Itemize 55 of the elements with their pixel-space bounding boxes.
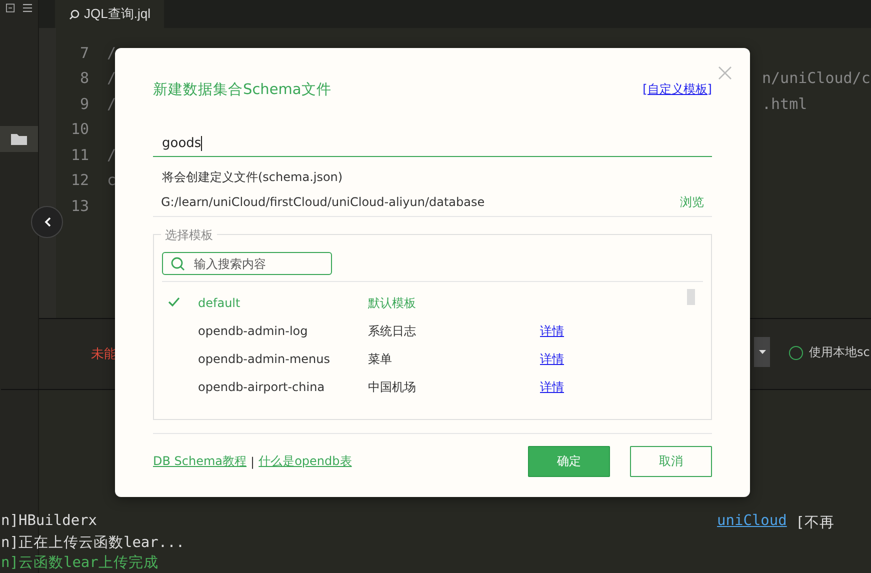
radio-button[interactable]: [789, 346, 803, 360]
scrollbar-thumb[interactable]: [687, 289, 695, 305]
code-text: /: [107, 146, 116, 164]
template-description: 中国机场: [368, 378, 417, 396]
template-row[interactable]: opendb-admin-log 系统日志 详情: [162, 317, 703, 345]
menu-icon[interactable]: [22, 3, 32, 13]
console-link[interactable]: uniCloud: [717, 513, 787, 533]
group-legend: 选择模板: [161, 227, 217, 244]
template-name: default: [198, 296, 242, 310]
chevron-left-icon: [44, 217, 50, 227]
code-text: /: [107, 69, 116, 88]
template-row[interactable]: opendb-admin-menus 菜单 详情: [162, 345, 703, 373]
code-text: /: [107, 94, 116, 113]
name-input[interactable]: goods: [153, 131, 712, 158]
code-text: c: [107, 171, 116, 190]
radio-label: 使用本地sc: [809, 344, 870, 361]
template-description: 系统日志: [368, 322, 417, 340]
code-text: n/uniCloud/c: [762, 69, 870, 88]
check-icon: [168, 297, 180, 307]
details-link[interactable]: 详情: [540, 350, 564, 368]
collapse-icon[interactable]: [6, 3, 15, 13]
template-description: 菜单: [368, 350, 393, 368]
dropdown[interactable]: [754, 337, 770, 367]
search-file-icon: [69, 8, 80, 20]
details-link[interactable]: 详情: [540, 378, 564, 396]
search-icon: [171, 257, 185, 271]
line-number: 7: [78, 44, 89, 62]
template-name: opendb-admin-log: [198, 324, 309, 338]
separator-text: |: [250, 454, 255, 468]
line-number: 11: [70, 146, 89, 164]
path-text: G:/learn/uniCloud/firstCloud/uniCloud-aliyun/database: [161, 195, 485, 210]
template-name: opendb-airport-china: [198, 380, 326, 394]
line-number: 8: [78, 69, 89, 88]
line-number: 10: [70, 120, 89, 138]
code-text: .html: [762, 94, 808, 113]
editor-tab[interactable]: JQL查询.jql: [55, 0, 164, 28]
line-number: 9: [78, 94, 89, 113]
console-text: n]正在上传云函数lear...: [1, 534, 185, 553]
line-number: 12: [70, 171, 89, 190]
console-text: [不再: [794, 514, 834, 533]
code-text: /: [107, 44, 116, 62]
details-link[interactable]: 详情: [540, 322, 564, 340]
template-name: opendb-admin-menus: [198, 352, 331, 366]
template-row[interactable]: opendb-airport-china 中国机场 详情: [162, 373, 703, 401]
search-field[interactable]: 输入搜索内容: [162, 252, 332, 275]
console-text: n]HBuilderx: [1, 513, 98, 531]
console-text: n]云函数lear上传完成: [1, 554, 158, 573]
template-description: 默认模板: [368, 294, 417, 312]
folder-icon: [11, 133, 27, 145]
dialog-title: 新建数据集合Schema文件: [153, 80, 332, 99]
caret-icon: [758, 350, 766, 354]
sidebar-item[interactable]: [0, 126, 38, 152]
custom-template-link[interactable]: [自定义模板]: [642, 81, 712, 98]
line-number: 13: [70, 196, 89, 215]
hint-text: 将会创建定义文件(schema.json): [161, 169, 344, 186]
